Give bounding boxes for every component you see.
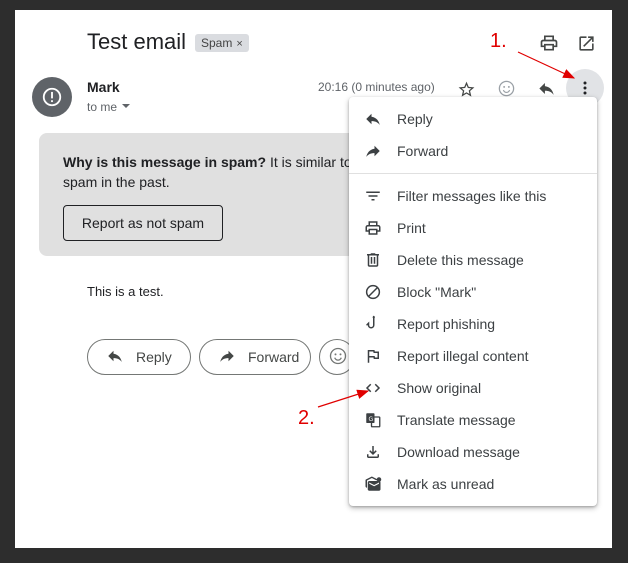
annotation-arrow-2 <box>317 389 370 408</box>
annotation-arrow-1 <box>517 51 576 79</box>
annotation-arrows <box>317 51 576 408</box>
